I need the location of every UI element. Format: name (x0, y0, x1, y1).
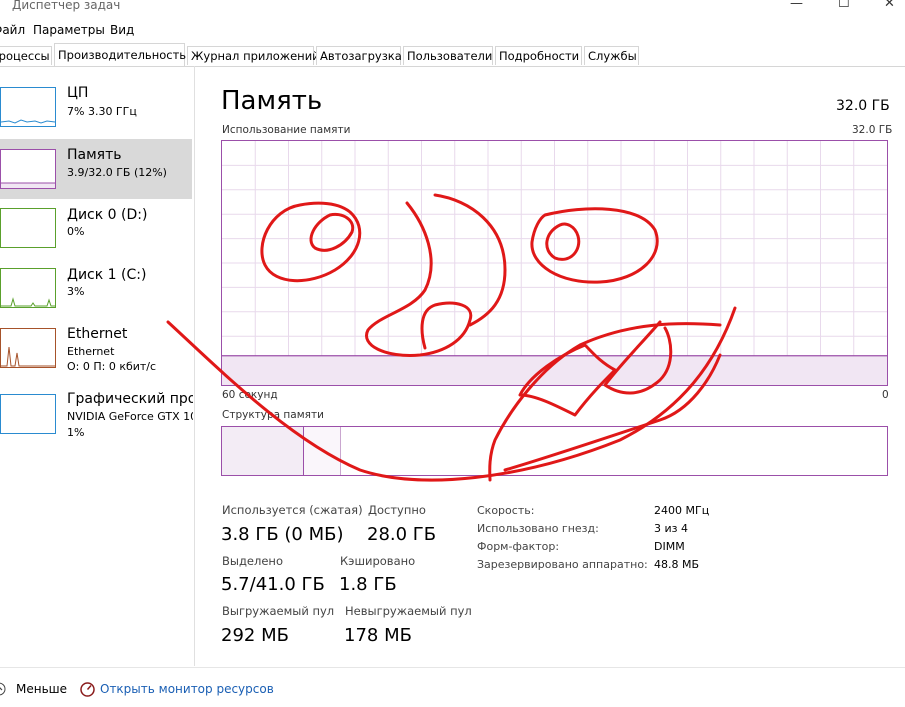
tab-performance[interactable]: Производительность (54, 43, 186, 66)
gpu-thumbnail (0, 394, 56, 434)
usage-graph-max: 32.0 ГБ (852, 124, 893, 136)
sidebar-memory-usage: 3.9/32.0 ГБ (12%) (67, 166, 167, 179)
memory-mini-graph (1, 182, 55, 188)
collapse-icon (0, 682, 6, 696)
close-icon[interactable]: ✕ (884, 0, 895, 11)
sidebar-item-disk0[interactable]: Диск 0 (D:) 0% (0, 199, 192, 259)
tab-startup[interactable]: Автозагрузка (316, 46, 402, 65)
composition-label: Структура памяти (222, 409, 324, 421)
composition-modified (304, 427, 341, 475)
sidebar-ethernet-name: Ethernet (67, 326, 128, 342)
menu-options[interactable]: Параметры (33, 23, 105, 37)
committed-label: Выделено (222, 554, 283, 568)
tab-users[interactable]: Пользователи (403, 46, 493, 65)
tab-app-history[interactable]: Журнал приложений (187, 46, 320, 65)
sidebar-item-cpu[interactable]: ЦП 7% 3.30 ГГц (0, 79, 192, 139)
sidebar-item-gpu[interactable]: Графический про NVIDIA GeForce GTX 10 1% (0, 385, 193, 445)
tab-details[interactable]: Подробности (495, 46, 582, 65)
resource-monitor-icon (80, 682, 95, 697)
sidebar-item-memory[interactable]: Память 3.9/32.0 ГБ (12%) (0, 139, 192, 199)
committed-value: 5.7/41.0 ГБ (221, 574, 325, 595)
speed-value: 2400 МГц (654, 504, 710, 517)
menu-file[interactable]: Файл (0, 23, 25, 37)
graph-usage-fill (222, 355, 887, 385)
cpu-mini-graph (0, 119, 56, 124)
sidebar-divider (194, 66, 195, 666)
graph-time-right: 0 (882, 389, 889, 401)
total-memory: 32.0 ГБ (836, 98, 890, 114)
available-label: Доступно (368, 503, 426, 517)
tab-services[interactable]: Службы (584, 46, 639, 65)
sidebar-disk1-usage: 3% (67, 285, 85, 298)
disk0-thumbnail (0, 208, 56, 248)
ethernet-mini-graph (1, 346, 55, 367)
sidebar-cpu-name: ЦП (67, 85, 89, 101)
sidebar-gpu-name: Графический про (67, 391, 193, 407)
title-bar: Диспетчер задач — ☐ ✕ (0, 0, 905, 18)
slots-value: 3 из 4 (654, 522, 688, 535)
available-value: 28.0 ГБ (367, 524, 437, 545)
slots-label: Использовано гнезд: (477, 522, 599, 535)
memory-usage-graph (221, 140, 888, 386)
in-use-value: 3.8 ГБ (0 МБ) (221, 524, 344, 545)
hardware-reserved-value: 48.8 МБ (654, 558, 700, 571)
sidebar-ethernet-sub: Ethernet (67, 345, 115, 358)
form-factor-label: Форм-фактор: (477, 540, 560, 553)
cached-value: 1.8 ГБ (339, 574, 397, 595)
sidebar-gpu-usage: 1% (67, 426, 85, 439)
page-title: Память (221, 86, 323, 116)
sidebar-item-disk1[interactable]: Диск 1 (C:) 3% (0, 259, 192, 319)
composition-in-use (222, 427, 304, 475)
minimize-icon[interactable]: — (790, 0, 803, 11)
resource-monitor-label: Открыть монитор ресурсов (100, 682, 274, 696)
open-resource-monitor-link[interactable]: Открыть монитор ресурсов (80, 682, 274, 700)
graph-time-left: 60 секунд (222, 389, 278, 401)
ethernet-thumbnail (0, 328, 56, 368)
sidebar-gpu-model: NVIDIA GeForce GTX 10 (67, 410, 193, 423)
memory-usage-graph-canvas (222, 141, 887, 385)
in-use-label: Используется (сжатая) (222, 503, 363, 517)
sidebar-disk0-usage: 0% (67, 225, 85, 238)
tab-processes[interactable]: Процессы (0, 46, 52, 65)
fewer-details-label: Меньше (16, 682, 68, 696)
cached-label: Кэшировано (340, 554, 416, 568)
nonpaged-pool-label: Невыгружаемый пул (345, 604, 472, 618)
memory-composition-bar (221, 426, 888, 476)
memory-thumbnail (0, 149, 56, 189)
menu-view[interactable]: Вид (110, 23, 134, 37)
paged-pool-value: 292 МБ (221, 625, 289, 646)
sidebar-cpu-usage: 7% 3.30 ГГц (67, 105, 137, 118)
bottom-divider (0, 667, 905, 668)
hardware-reserved-label: Зарезервировано аппаратно: (477, 558, 648, 571)
form-factor-value: DIMM (654, 540, 685, 553)
paged-pool-label: Выгружаемый пул (222, 604, 335, 618)
cpu-thumbnail (0, 87, 56, 127)
sidebar-item-ethernet[interactable]: Ethernet Ethernet О: 0 П: 0 кбит/с (0, 319, 192, 379)
sidebar-disk1-name: Диск 1 (C:) (67, 267, 147, 283)
app-title: Диспетчер задач (12, 0, 121, 12)
usage-graph-label: Использование памяти (222, 124, 351, 136)
sidebar-ethernet-throughput: О: 0 П: 0 кбит/с (67, 360, 157, 373)
disk1-thumbnail (0, 268, 56, 308)
fewer-details-button[interactable]: Меньше (0, 682, 68, 700)
maximize-icon[interactable]: ☐ (838, 0, 850, 11)
sidebar-disk0-name: Диск 0 (D:) (67, 207, 148, 223)
disk1-mini-graph (1, 297, 55, 307)
sidebar-memory-name: Память (67, 147, 122, 163)
nonpaged-pool-value: 178 МБ (344, 625, 412, 646)
speed-label: Скорость: (477, 504, 535, 517)
